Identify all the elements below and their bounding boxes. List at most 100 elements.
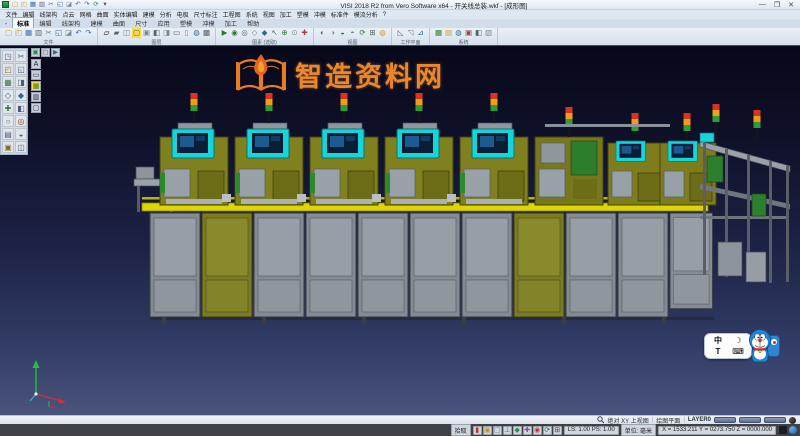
- palette-tool-icon[interactable]: ◨: [15, 76, 27, 88]
- ime-keyboard-icon[interactable]: ⌨: [732, 347, 744, 356]
- snap-icon[interactable]: ▮: [473, 426, 482, 435]
- ribbon-icon[interactable]: ⊙: [290, 28, 299, 38]
- ribbon-icon[interactable]: ◍: [378, 28, 387, 38]
- ribbon-icon[interactable]: ◨: [162, 28, 171, 38]
- ribbon-icon[interactable]: ◫: [122, 28, 131, 38]
- snap-icon[interactable]: ◆: [513, 426, 522, 435]
- ribbon-tab[interactable]: 加工: [220, 17, 242, 28]
- active-layer-label[interactable]: LAYER0: [688, 417, 711, 423]
- palette-tool-icon[interactable]: ◆: [15, 89, 27, 101]
- ribbon-tab[interactable]: 标准: [12, 17, 34, 28]
- palette-tool-icon[interactable]: ◰: [2, 63, 14, 75]
- ribbon-icon[interactable]: ↷: [84, 28, 93, 38]
- quick-access-icon[interactable]: ▦: [29, 1, 37, 9]
- minimize-button[interactable]: —: [759, 1, 766, 9]
- snap-icon[interactable]: ▣: [483, 426, 492, 435]
- ribbon-icon[interactable]: ▤: [444, 28, 453, 38]
- ribbon-icon[interactable]: ▨: [484, 28, 493, 38]
- ribbon-icon[interactable]: ▦: [24, 28, 33, 38]
- ribbon-tab[interactable]: 线架构: [57, 17, 86, 28]
- ribbon-icon[interactable]: ◍: [192, 28, 201, 38]
- ribbon-icon[interactable]: ◑: [328, 28, 337, 38]
- mini-tool-icon[interactable]: ▭: [31, 70, 41, 80]
- mini-tool-icon[interactable]: ▣: [31, 48, 40, 57]
- ribbon-icon[interactable]: ↶: [74, 28, 83, 38]
- ribbon-icon[interactable]: ▩: [202, 28, 211, 38]
- ribbon-icon[interactable]: ◎: [240, 28, 249, 38]
- snap-icon[interactable]: ✚: [523, 426, 532, 435]
- ribbon-tab[interactable]: 编辑: [34, 17, 56, 28]
- statusbar-button[interactable]: [714, 417, 736, 423]
- quick-access-icon[interactable]: ◰: [20, 1, 28, 9]
- ribbon-tab[interactable]: 冲模: [197, 17, 219, 28]
- palette-tool-icon[interactable]: ▦: [2, 76, 14, 88]
- render-mode-orb-icon[interactable]: [789, 417, 796, 424]
- search-icon[interactable]: [597, 416, 605, 424]
- ribbon-icon[interactable]: ▢: [4, 28, 13, 38]
- ribbon-icon[interactable]: ⊕: [280, 28, 289, 38]
- statusbar-globe-icon[interactable]: [789, 426, 797, 434]
- menu-item[interactable]: ?: [380, 12, 388, 18]
- mini-tool-icon[interactable]: ▢: [41, 48, 50, 57]
- ime-language-indicator[interactable]: 中: [714, 336, 722, 345]
- ribbon-tab[interactable]: 帮助: [242, 17, 264, 28]
- menu-item[interactable]: 标准件: [328, 10, 351, 19]
- maximize-button[interactable]: ❐: [774, 1, 780, 9]
- mini-tool-icon[interactable]: A: [31, 59, 41, 69]
- palette-tool-icon[interactable]: ▤: [2, 128, 14, 140]
- ribbon-icon[interactable]: ⊿: [416, 28, 425, 38]
- menu-item[interactable]: 塑模: [294, 10, 311, 19]
- palette-tool-icon[interactable]: ◧: [15, 102, 27, 114]
- mini-tool-icon[interactable]: ▦: [31, 81, 41, 91]
- ribbon-icon[interactable]: ▯: [182, 28, 191, 38]
- mini-tool-icon[interactable]: ▶: [51, 48, 60, 57]
- ribbon-icon[interactable]: ◪: [64, 28, 73, 38]
- statusbar-button[interactable]: [739, 417, 761, 423]
- snap-icon[interactable]: ⊥: [503, 426, 512, 435]
- pick-mode-label[interactable]: 拾取: [451, 424, 471, 436]
- palette-tool-icon[interactable]: ✂: [15, 50, 27, 62]
- snap-icon[interactable]: ◉: [533, 426, 542, 435]
- ime-moon-icon[interactable]: ☽: [734, 336, 741, 345]
- menu-item[interactable]: 加工: [277, 10, 294, 19]
- ribbon-icon[interactable]: ▰: [112, 28, 121, 38]
- ribbon-icon[interactable]: ◓: [348, 28, 357, 38]
- snap-icon[interactable]: ⊞: [553, 426, 562, 435]
- ribbon-icon[interactable]: ▣: [464, 28, 473, 38]
- quick-access-icon[interactable]: ◪: [65, 1, 73, 9]
- ribbon-icon[interactable]: ◇: [250, 28, 259, 38]
- statusbar-button[interactable]: [764, 417, 786, 423]
- ribbon-icon[interactable]: ◹: [406, 28, 415, 38]
- 3d-viewport[interactable]: ◳✂◰◱▦◨◇◆✚◧○◎▤◒▣◫ ▣▢▶ A▭▦▥▢ 智造资料网 中: [0, 46, 800, 415]
- mini-tool-icon[interactable]: ▥: [31, 92, 41, 102]
- palette-tool-icon[interactable]: ◱: [15, 63, 27, 75]
- palette-tool-icon[interactable]: ◇: [2, 89, 14, 101]
- menu-item[interactable]: 冲模: [311, 10, 328, 19]
- ribbon-icon[interactable]: ⊞: [368, 28, 377, 38]
- ribbon-icon[interactable]: ◍: [454, 28, 463, 38]
- ribbon-tab[interactable]: 尺寸: [130, 17, 152, 28]
- ribbon-icon[interactable]: ▦: [434, 28, 443, 38]
- ribbon-icon[interactable]: ▣: [142, 28, 151, 38]
- ribbon-tab[interactable]: 应用: [152, 17, 174, 28]
- quick-access-icon[interactable]: ⟳: [92, 1, 100, 9]
- ribbon-icon[interactable]: ▥: [34, 28, 43, 38]
- menu-item[interactable]: 模流分析: [351, 10, 380, 19]
- ime-skin-icon[interactable]: T: [716, 347, 721, 356]
- ribbon-icon[interactable]: ↖: [270, 28, 279, 38]
- quick-access-icon[interactable]: ▾: [101, 1, 109, 9]
- ribbon-icon[interactable]: ▱: [102, 28, 111, 38]
- ribbon-icon[interactable]: ✚: [300, 28, 309, 38]
- palette-tool-icon[interactable]: ◎: [15, 115, 27, 127]
- ribbon-icon[interactable]: ◆: [260, 28, 269, 38]
- ribbon-tab[interactable]: 塑模: [175, 17, 197, 28]
- palette-tool-icon[interactable]: ✚: [2, 102, 14, 114]
- ribbon-icon[interactable]: ⟳: [358, 28, 367, 38]
- ribbon-icon[interactable]: ◱: [54, 28, 63, 38]
- quick-access-icon[interactable]: ✂: [47, 1, 55, 9]
- palette-tool-icon[interactable]: ▣: [2, 141, 14, 153]
- quick-access-icon[interactable]: ▥: [38, 1, 46, 9]
- ribbon-icon[interactable]: ▭: [172, 28, 181, 38]
- ribbon-icon[interactable]: ◉: [230, 28, 239, 38]
- statusbar-square-icon[interactable]: [779, 426, 787, 434]
